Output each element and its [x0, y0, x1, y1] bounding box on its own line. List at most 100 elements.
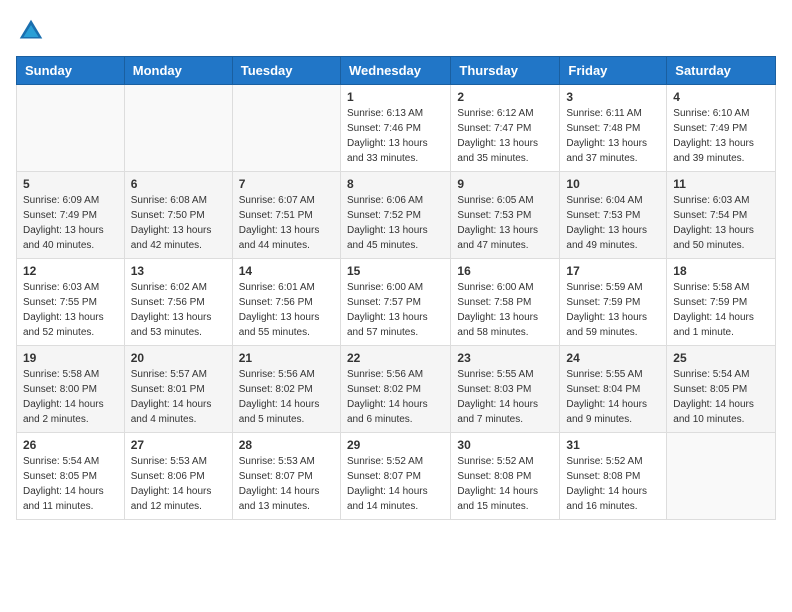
day-number: 29: [347, 438, 444, 452]
day-info: Sunrise: 6:13 AMSunset: 7:46 PMDaylight:…: [347, 106, 444, 166]
day-number: 16: [457, 264, 553, 278]
calendar-day-cell: [667, 433, 776, 520]
day-info: Sunrise: 5:53 AMSunset: 8:07 PMDaylight:…: [239, 454, 334, 514]
calendar-week-row: 19 Sunrise: 5:58 AMSunset: 8:00 PMDayligh…: [17, 346, 776, 433]
day-number: 30: [457, 438, 553, 452]
calendar-day-cell: 25 Sunrise: 5:54 AMSunset: 8:05 PMDayligh…: [667, 346, 776, 433]
calendar-day-cell: 31 Sunrise: 5:52 AMSunset: 8:08 PMDayligh…: [560, 433, 667, 520]
logo: [16, 16, 52, 46]
day-number: 21: [239, 351, 334, 365]
calendar-day-cell: 10 Sunrise: 6:04 AMSunset: 7:53 PMDayligh…: [560, 172, 667, 259]
day-number: 11: [673, 177, 769, 191]
day-info: Sunrise: 5:58 AMSunset: 7:59 PMDaylight:…: [673, 280, 769, 340]
day-info: Sunrise: 5:58 AMSunset: 8:00 PMDaylight:…: [23, 367, 118, 427]
day-number: 20: [131, 351, 226, 365]
day-info: Sunrise: 5:53 AMSunset: 8:06 PMDaylight:…: [131, 454, 226, 514]
logo-icon: [16, 16, 46, 46]
day-info: Sunrise: 5:55 AMSunset: 8:03 PMDaylight:…: [457, 367, 553, 427]
calendar-day-cell: 7Sunrise: 6:07 AMSunset: 7:51 PMDaylight…: [232, 172, 340, 259]
calendar-day-cell: 4 Sunrise: 6:10 AMSunset: 7:49 PMDaylight…: [667, 85, 776, 172]
day-number: 18: [673, 264, 769, 278]
day-number: 13: [131, 264, 226, 278]
calendar-day-cell: 24 Sunrise: 5:55 AMSunset: 8:04 PMDayligh…: [560, 346, 667, 433]
day-number: 7: [239, 177, 334, 191]
day-number: 27: [131, 438, 226, 452]
day-info: Sunrise: 5:54 AMSunset: 8:05 PMDaylight:…: [673, 367, 769, 427]
calendar-week-row: 12Sunrise: 6:03 AMSunset: 7:55 PMDayligh…: [17, 259, 776, 346]
calendar-body: 1 Sunrise: 6:13 AMSunset: 7:46 PMDaylight…: [17, 85, 776, 520]
day-number: 19: [23, 351, 118, 365]
day-info: Sunrise: 5:52 AMSunset: 8:08 PMDaylight:…: [566, 454, 660, 514]
weekday-header: Wednesday: [340, 57, 450, 85]
day-info: Sunrise: 6:12 AMSunset: 7:47 PMDaylight:…: [457, 106, 553, 166]
weekday-header-row: SundayMondayTuesdayWednesdayThursdayFrid…: [17, 57, 776, 85]
calendar-day-cell: 16 Sunrise: 6:00 AMSunset: 7:58 PMDayligh…: [451, 259, 560, 346]
day-info: Sunrise: 6:00 AMSunset: 7:58 PMDaylight:…: [457, 280, 553, 340]
day-info: Sunrise: 6:02 AMSunset: 7:56 PMDaylight:…: [131, 280, 226, 340]
calendar-day-cell: 26Sunrise: 5:54 AMSunset: 8:05 PMDayligh…: [17, 433, 125, 520]
calendar-header: SundayMondayTuesdayWednesdayThursdayFrid…: [17, 57, 776, 85]
calendar-day-cell: 29 Sunrise: 5:52 AMSunset: 8:07 PMDayligh…: [340, 433, 450, 520]
calendar-week-row: 26Sunrise: 5:54 AMSunset: 8:05 PMDayligh…: [17, 433, 776, 520]
calendar-day-cell: 11 Sunrise: 6:03 AMSunset: 7:54 PMDayligh…: [667, 172, 776, 259]
calendar-day-cell: 12Sunrise: 6:03 AMSunset: 7:55 PMDayligh…: [17, 259, 125, 346]
day-number: 28: [239, 438, 334, 452]
calendar-day-cell: [17, 85, 125, 172]
day-number: 14: [239, 264, 334, 278]
calendar-day-cell: 2Sunrise: 6:12 AMSunset: 7:47 PMDaylight…: [451, 85, 560, 172]
day-info: Sunrise: 5:54 AMSunset: 8:05 PMDaylight:…: [23, 454, 118, 514]
weekday-header: Tuesday: [232, 57, 340, 85]
day-number: 3: [566, 90, 660, 104]
day-info: Sunrise: 6:00 AMSunset: 7:57 PMDaylight:…: [347, 280, 444, 340]
calendar-day-cell: 9 Sunrise: 6:05 AMSunset: 7:53 PMDaylight…: [451, 172, 560, 259]
day-number: 31: [566, 438, 660, 452]
day-info: Sunrise: 5:57 AMSunset: 8:01 PMDaylight:…: [131, 367, 226, 427]
calendar-day-cell: 30 Sunrise: 5:52 AMSunset: 8:08 PMDayligh…: [451, 433, 560, 520]
calendar-day-cell: [124, 85, 232, 172]
day-number: 24: [566, 351, 660, 365]
day-info: Sunrise: 6:06 AMSunset: 7:52 PMDaylight:…: [347, 193, 444, 253]
day-info: Sunrise: 5:56 AMSunset: 8:02 PMDaylight:…: [347, 367, 444, 427]
weekday-header: Friday: [560, 57, 667, 85]
day-number: 23: [457, 351, 553, 365]
day-info: Sunrise: 5:52 AMSunset: 8:08 PMDaylight:…: [457, 454, 553, 514]
calendar-day-cell: [232, 85, 340, 172]
calendar: SundayMondayTuesdayWednesdayThursdayFrid…: [16, 56, 776, 520]
day-number: 22: [347, 351, 444, 365]
calendar-day-cell: 15Sunrise: 6:00 AMSunset: 7:57 PMDayligh…: [340, 259, 450, 346]
day-number: 6: [131, 177, 226, 191]
calendar-day-cell: 28 Sunrise: 5:53 AMSunset: 8:07 PMDayligh…: [232, 433, 340, 520]
day-number: 8: [347, 177, 444, 191]
calendar-day-cell: 21Sunrise: 5:56 AMSunset: 8:02 PMDayligh…: [232, 346, 340, 433]
calendar-day-cell: 27 Sunrise: 5:53 AMSunset: 8:06 PMDayligh…: [124, 433, 232, 520]
day-number: 25: [673, 351, 769, 365]
day-info: Sunrise: 6:11 AMSunset: 7:48 PMDaylight:…: [566, 106, 660, 166]
day-info: Sunrise: 5:55 AMSunset: 8:04 PMDaylight:…: [566, 367, 660, 427]
day-info: Sunrise: 6:03 AMSunset: 7:55 PMDaylight:…: [23, 280, 118, 340]
calendar-day-cell: 18 Sunrise: 5:58 AMSunset: 7:59 PMDayligh…: [667, 259, 776, 346]
calendar-day-cell: 17 Sunrise: 5:59 AMSunset: 7:59 PMDayligh…: [560, 259, 667, 346]
day-info: Sunrise: 6:10 AMSunset: 7:49 PMDaylight:…: [673, 106, 769, 166]
day-info: Sunrise: 6:01 AMSunset: 7:56 PMDaylight:…: [239, 280, 334, 340]
day-number: 17: [566, 264, 660, 278]
day-info: Sunrise: 5:52 AMSunset: 8:07 PMDaylight:…: [347, 454, 444, 514]
calendar-day-cell: 20 Sunrise: 5:57 AMSunset: 8:01 PMDayligh…: [124, 346, 232, 433]
page-header: [16, 16, 776, 46]
day-info: Sunrise: 6:03 AMSunset: 7:54 PMDaylight:…: [673, 193, 769, 253]
calendar-day-cell: 22 Sunrise: 5:56 AMSunset: 8:02 PMDayligh…: [340, 346, 450, 433]
calendar-day-cell: 14 Sunrise: 6:01 AMSunset: 7:56 PMDayligh…: [232, 259, 340, 346]
day-number: 1: [347, 90, 444, 104]
day-number: 10: [566, 177, 660, 191]
calendar-day-cell: 13 Sunrise: 6:02 AMSunset: 7:56 PMDayligh…: [124, 259, 232, 346]
day-number: 5: [23, 177, 118, 191]
day-info: Sunrise: 5:59 AMSunset: 7:59 PMDaylight:…: [566, 280, 660, 340]
calendar-day-cell: 1 Sunrise: 6:13 AMSunset: 7:46 PMDaylight…: [340, 85, 450, 172]
weekday-header: Saturday: [667, 57, 776, 85]
day-number: 9: [457, 177, 553, 191]
calendar-day-cell: 5Sunrise: 6:09 AMSunset: 7:49 PMDaylight…: [17, 172, 125, 259]
day-number: 4: [673, 90, 769, 104]
day-info: Sunrise: 6:04 AMSunset: 7:53 PMDaylight:…: [566, 193, 660, 253]
day-info: Sunrise: 6:05 AMSunset: 7:53 PMDaylight:…: [457, 193, 553, 253]
calendar-week-row: 1 Sunrise: 6:13 AMSunset: 7:46 PMDaylight…: [17, 85, 776, 172]
calendar-day-cell: 8 Sunrise: 6:06 AMSunset: 7:52 PMDaylight…: [340, 172, 450, 259]
